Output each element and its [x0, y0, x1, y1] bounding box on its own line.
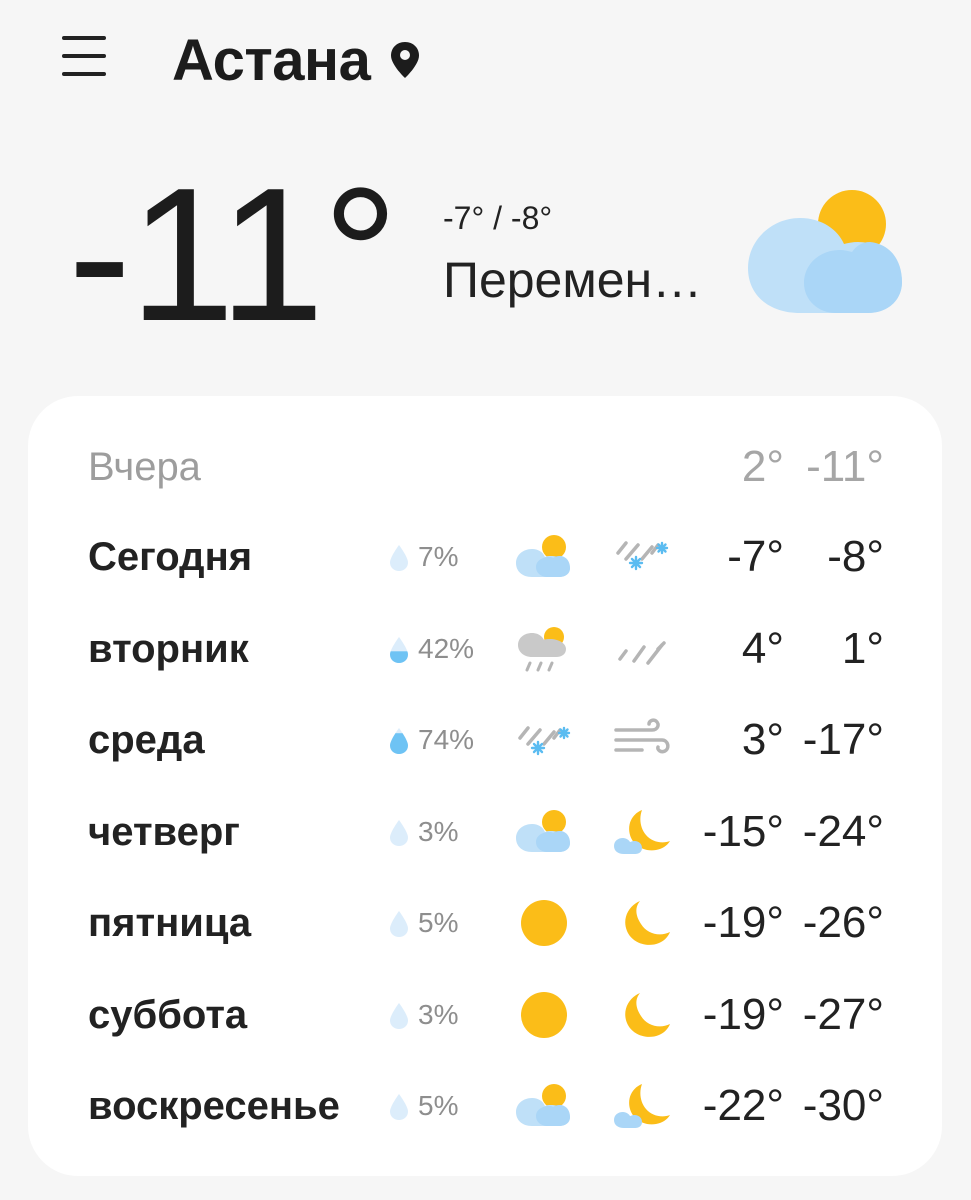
precipitation-drop-icon	[390, 545, 408, 571]
forecast-max: -22°	[702, 1081, 784, 1130]
forecast-day: суббота	[88, 992, 248, 1037]
forecast-row-yesterday[interactable]: Вчера 2° -11°	[28, 421, 942, 513]
moon-icon	[612, 987, 674, 1043]
forecast-min: -8°	[827, 532, 884, 581]
forecast-card: Вчера 2° -11° Сегодня 7% -7° -8° вторник 42% 4…	[28, 396, 942, 1176]
precipitation-chance: 3%	[418, 815, 459, 847]
forecast-day: Сегодня	[88, 535, 253, 579]
forecast-min: -11°	[806, 442, 884, 491]
partly-cloudy-icon	[514, 1080, 574, 1132]
today-high-low: -7° / -8°	[443, 200, 553, 236]
precipitation-chance: 7%	[418, 541, 459, 572]
forecast-min: -24°	[802, 806, 884, 856]
forecast-day: воскресенье	[88, 1084, 340, 1128]
precipitation-drop-icon	[390, 911, 408, 937]
forecast-row[interactable]: вторник 42% 4° 1°	[28, 603, 942, 695]
precipitation-chance: 74%	[418, 724, 475, 755]
app-header: Астана	[0, 0, 971, 120]
precipitation-drop-icon	[390, 636, 408, 663]
rain-icon	[612, 621, 674, 677]
precipitation-drop-icon	[390, 728, 408, 754]
location-pin-icon	[391, 42, 419, 78]
forecast-max: 2°	[741, 442, 784, 491]
partly-cloudy-icon	[514, 531, 574, 583]
current-condition: Перемен…	[443, 252, 703, 308]
forecast-row[interactable]: четверг 3% -15° -24°	[28, 786, 942, 878]
wind-icon	[612, 712, 674, 768]
forecast-max: 4°	[741, 623, 784, 673]
precipitation-chance: 5%	[418, 1090, 459, 1121]
forecast-min: -30°	[802, 1081, 884, 1130]
snow-rain-icon	[514, 714, 574, 766]
forecast-min: -27°	[802, 989, 884, 1039]
forecast-row[interactable]: среда 74% 3° -17°	[28, 694, 942, 786]
forecast-min: 1°	[841, 623, 884, 673]
forecast-day: Вчера	[88, 445, 201, 489]
precipitation-chance: 5%	[418, 907, 459, 938]
forecast-max: -15°	[702, 806, 784, 856]
current-weather: -11° -7° / -8° Перемен…	[0, 150, 971, 370]
sun-icon	[514, 897, 574, 949]
snow-rain-icon	[612, 529, 674, 585]
forecast-row[interactable]: суббота 3% -19° -27°	[28, 969, 942, 1061]
city-name[interactable]: Астана	[172, 26, 371, 96]
precipitation-chance: 3%	[418, 998, 459, 1030]
forecast-day: среда	[88, 718, 205, 762]
forecast-day: вторник	[88, 626, 249, 671]
forecast-max: -7°	[727, 532, 784, 581]
forecast-min: -26°	[802, 898, 884, 947]
forecast-max: -19°	[702, 898, 784, 947]
precipitation-drop-icon	[390, 1094, 408, 1120]
cloud-rain-sun-icon	[514, 623, 574, 675]
current-temperature: -11°	[68, 149, 398, 361]
precipitation-drop-icon	[390, 819, 408, 846]
forecast-max: 3°	[741, 715, 784, 764]
forecast-max: -19°	[702, 989, 784, 1039]
forecast-row[interactable]: пятница 5% -19° -26°	[28, 877, 942, 969]
moon-icon	[612, 895, 674, 951]
forecast-day: пятница	[88, 901, 252, 945]
precipitation-drop-icon	[390, 1002, 408, 1029]
partly-cloudy-icon	[514, 806, 574, 858]
forecast-row[interactable]: воскресенье 5% -22° -30°	[28, 1060, 942, 1152]
forecast-min: -17°	[802, 715, 884, 764]
forecast-row[interactable]: Сегодня 7% -7° -8°	[28, 511, 942, 603]
precipitation-chance: 42%	[418, 632, 475, 664]
sun-icon	[514, 989, 574, 1041]
moon-cloud-icon	[612, 804, 674, 860]
moon-cloud-icon	[612, 1078, 674, 1134]
forecast-day: четверг	[88, 809, 240, 854]
hamburger-menu-icon[interactable]	[62, 34, 108, 78]
partly-cloudy-icon	[748, 190, 902, 313]
